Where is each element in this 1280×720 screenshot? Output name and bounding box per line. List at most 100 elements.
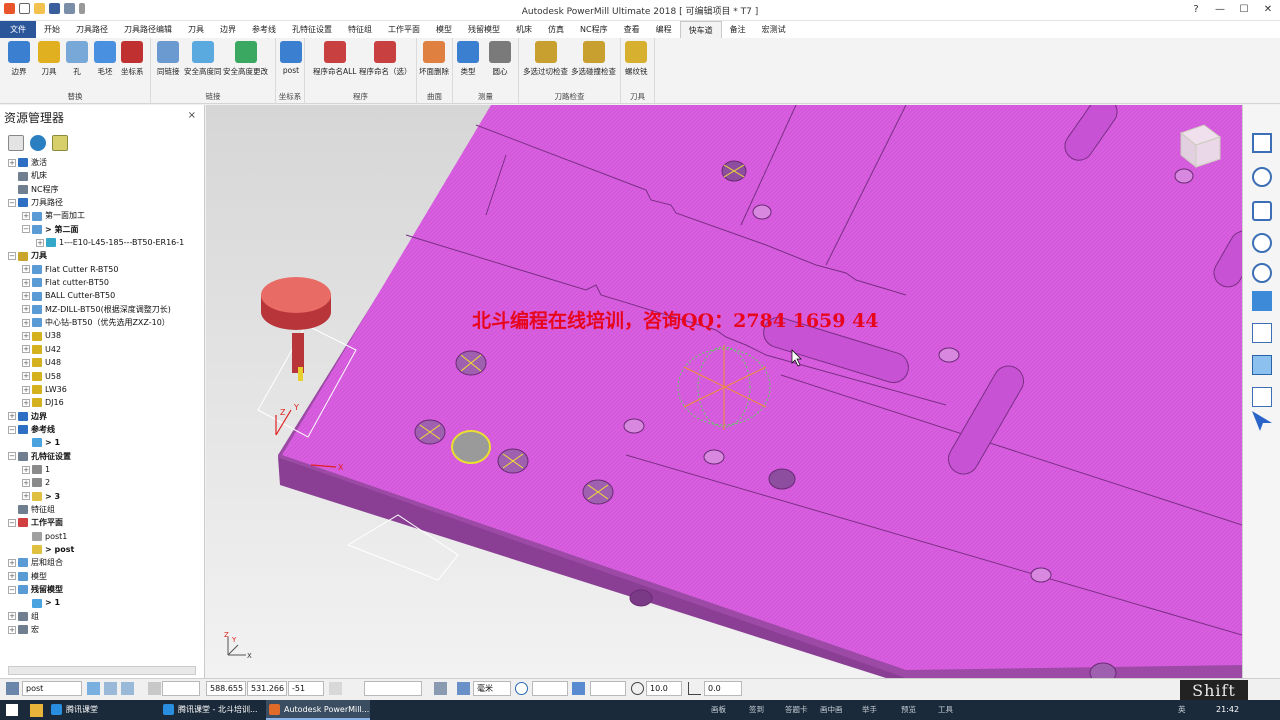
ribbon-button[interactable]: 坐标系 [121,41,144,77]
classroom-tool[interactable]: 举手 [862,700,877,720]
expand-icon[interactable]: + [22,385,30,394]
classroom-tool[interactable]: 画中画 [820,700,843,720]
x-coordinate[interactable]: 588.655 [206,681,246,696]
help-button[interactable]: ? [1184,0,1208,21]
expand-icon[interactable]: + [22,478,30,487]
expand-icon[interactable]: + [22,465,30,474]
menu-tab[interactable]: 仿真 [540,21,572,38]
ribbon-button[interactable]: 类型 [457,41,479,77]
ribbon-button[interactable]: 程序命名ALL [313,41,357,77]
expand-icon[interactable]: + [8,572,16,581]
select-mode-icon[interactable] [1252,387,1272,407]
tree-item[interactable]: + 层和组合 [0,556,205,569]
close-button[interactable]: ✕ [1256,0,1280,21]
classroom-tool[interactable]: 工具 [938,700,953,720]
horizontal-scrollbar[interactable] [8,666,196,675]
blank-field[interactable] [162,681,200,696]
tree-item[interactable]: + 边界 [0,410,205,423]
menu-tab[interactable]: NC程序 [572,21,616,38]
tree-item[interactable]: + Flat Cutter R-BT50 [0,263,205,276]
collapse-icon[interactable]: − [22,225,30,234]
measure-icon[interactable] [457,682,470,695]
menu-tab[interactable]: 文件 [0,21,36,38]
tree-item[interactable]: + U48 [0,356,205,369]
tree-item[interactable]: + BALL Cutter-BT50 [0,289,205,302]
menu-tab[interactable]: 参考线 [244,21,284,38]
menu-tab[interactable]: 查看 [616,21,648,38]
shaded-view-icon[interactable] [1252,291,1272,311]
ribbon-button[interactable]: 坏面删除 [419,41,449,77]
shaded-wire-view-icon[interactable] [1252,355,1272,375]
ribbon-button[interactable]: 程序命名（选） [359,41,412,77]
ribbon-button[interactable]: 螺纹铣 [625,41,648,77]
expand-icon[interactable]: + [22,372,30,381]
taskbar-folder-icon[interactable] [30,704,43,717]
tree-item[interactable]: > 1 [0,596,205,609]
ime-indicator[interactable]: 英 [1178,700,1186,720]
expand-icon[interactable]: + [22,492,30,501]
collapse-icon[interactable]: − [8,452,16,461]
menu-tab[interactable]: 边界 [212,21,244,38]
menu-tab[interactable]: 孔特征设置 [284,21,340,38]
ribbon-button[interactable]: 多选过切检查 [523,41,568,77]
tree-item[interactable]: + 激活 [0,156,205,169]
ribbon-button[interactable]: 刀具 [38,41,60,77]
windows-start-icon[interactable] [6,704,18,716]
taskbar-task[interactable]: Autodesk PowerMill... [266,700,370,720]
ribbon-button[interactable]: 多选碰撞检查 [571,41,616,77]
tree-item[interactable]: − 刀具路径 [0,196,205,209]
ribbon-button[interactable]: 圆心 [489,41,511,77]
menu-tab[interactable]: 模型 [428,21,460,38]
expand-icon[interactable]: + [22,292,30,301]
recycle-bin-icon[interactable] [52,135,68,151]
expand-icon[interactable]: + [22,278,30,287]
collapse-icon[interactable]: − [8,425,16,434]
tree-item[interactable]: +1---E10-L45-185---BT50-ER16-1 [0,236,205,249]
expand-icon[interactable]: + [8,625,16,634]
expand-icon[interactable] [22,599,30,607]
pointer-icon[interactable] [1252,411,1272,431]
taskbar-task[interactable]: 腾讯课堂 [48,700,148,720]
expand-icon[interactable]: + [22,332,30,341]
menu-tab[interactable]: 工作平面 [380,21,428,38]
view-fit-icon[interactable] [1252,133,1272,153]
menu-tab[interactable]: 开始 [36,21,68,38]
tree-item[interactable]: + LW36 [0,383,205,396]
target-field[interactable] [532,681,568,696]
tree-item[interactable]: − 刀具 [0,249,205,262]
expand-icon[interactable]: + [22,305,30,314]
tree-item[interactable]: − > 第二面 [0,223,205,236]
expand-icon[interactable]: + [22,358,30,367]
globe-icon[interactable] [30,135,46,151]
menu-tab[interactable]: 刀具路径 [68,21,116,38]
expand-icon[interactable]: + [22,265,30,274]
expand-icon[interactable]: + [22,212,30,221]
tree-item[interactable]: + 组 [0,610,205,623]
tree-item[interactable]: + DJ16 [0,396,205,409]
tree-item[interactable]: > 1 [0,436,205,449]
taskbar-clock[interactable]: 21:42 [1216,700,1239,720]
ribbon-button[interactable]: 边界 [8,41,30,77]
distance-field[interactable] [590,681,626,696]
menu-tab[interactable]: 刀具路径编辑 [116,21,180,38]
z-coordinate[interactable]: -51 [288,681,324,696]
menu-tab[interactable]: 宏测试 [754,21,794,38]
target-icon[interactable] [515,682,528,695]
tolerance-field[interactable]: 10.0 [646,681,682,696]
tree-item[interactable]: − 孔特征设置 [0,450,205,463]
tree-item[interactable]: + Flat cutter-BT50 [0,276,205,289]
menu-tab[interactable]: 快车道 [679,21,722,38]
menu-tab[interactable]: 备注 [722,21,754,38]
expand-icon[interactable]: + [22,345,30,354]
ribbon-button[interactable]: 安全高度更改 [223,41,268,77]
expand-icon[interactable] [22,546,30,554]
distance-icon[interactable] [572,682,585,695]
zoom-out-icon[interactable] [1252,263,1272,283]
zoom-icon[interactable] [1252,167,1272,187]
tree-item[interactable]: + MZ-DILL-BT50(根据深度调整刀长) [0,303,205,316]
expand-icon[interactable]: + [8,558,16,567]
menu-tab[interactable]: 机床 [508,21,540,38]
tree-item[interactable]: + U58 [0,370,205,383]
explorer-close-button[interactable]: × [188,110,196,121]
collapse-icon[interactable]: − [8,518,16,527]
